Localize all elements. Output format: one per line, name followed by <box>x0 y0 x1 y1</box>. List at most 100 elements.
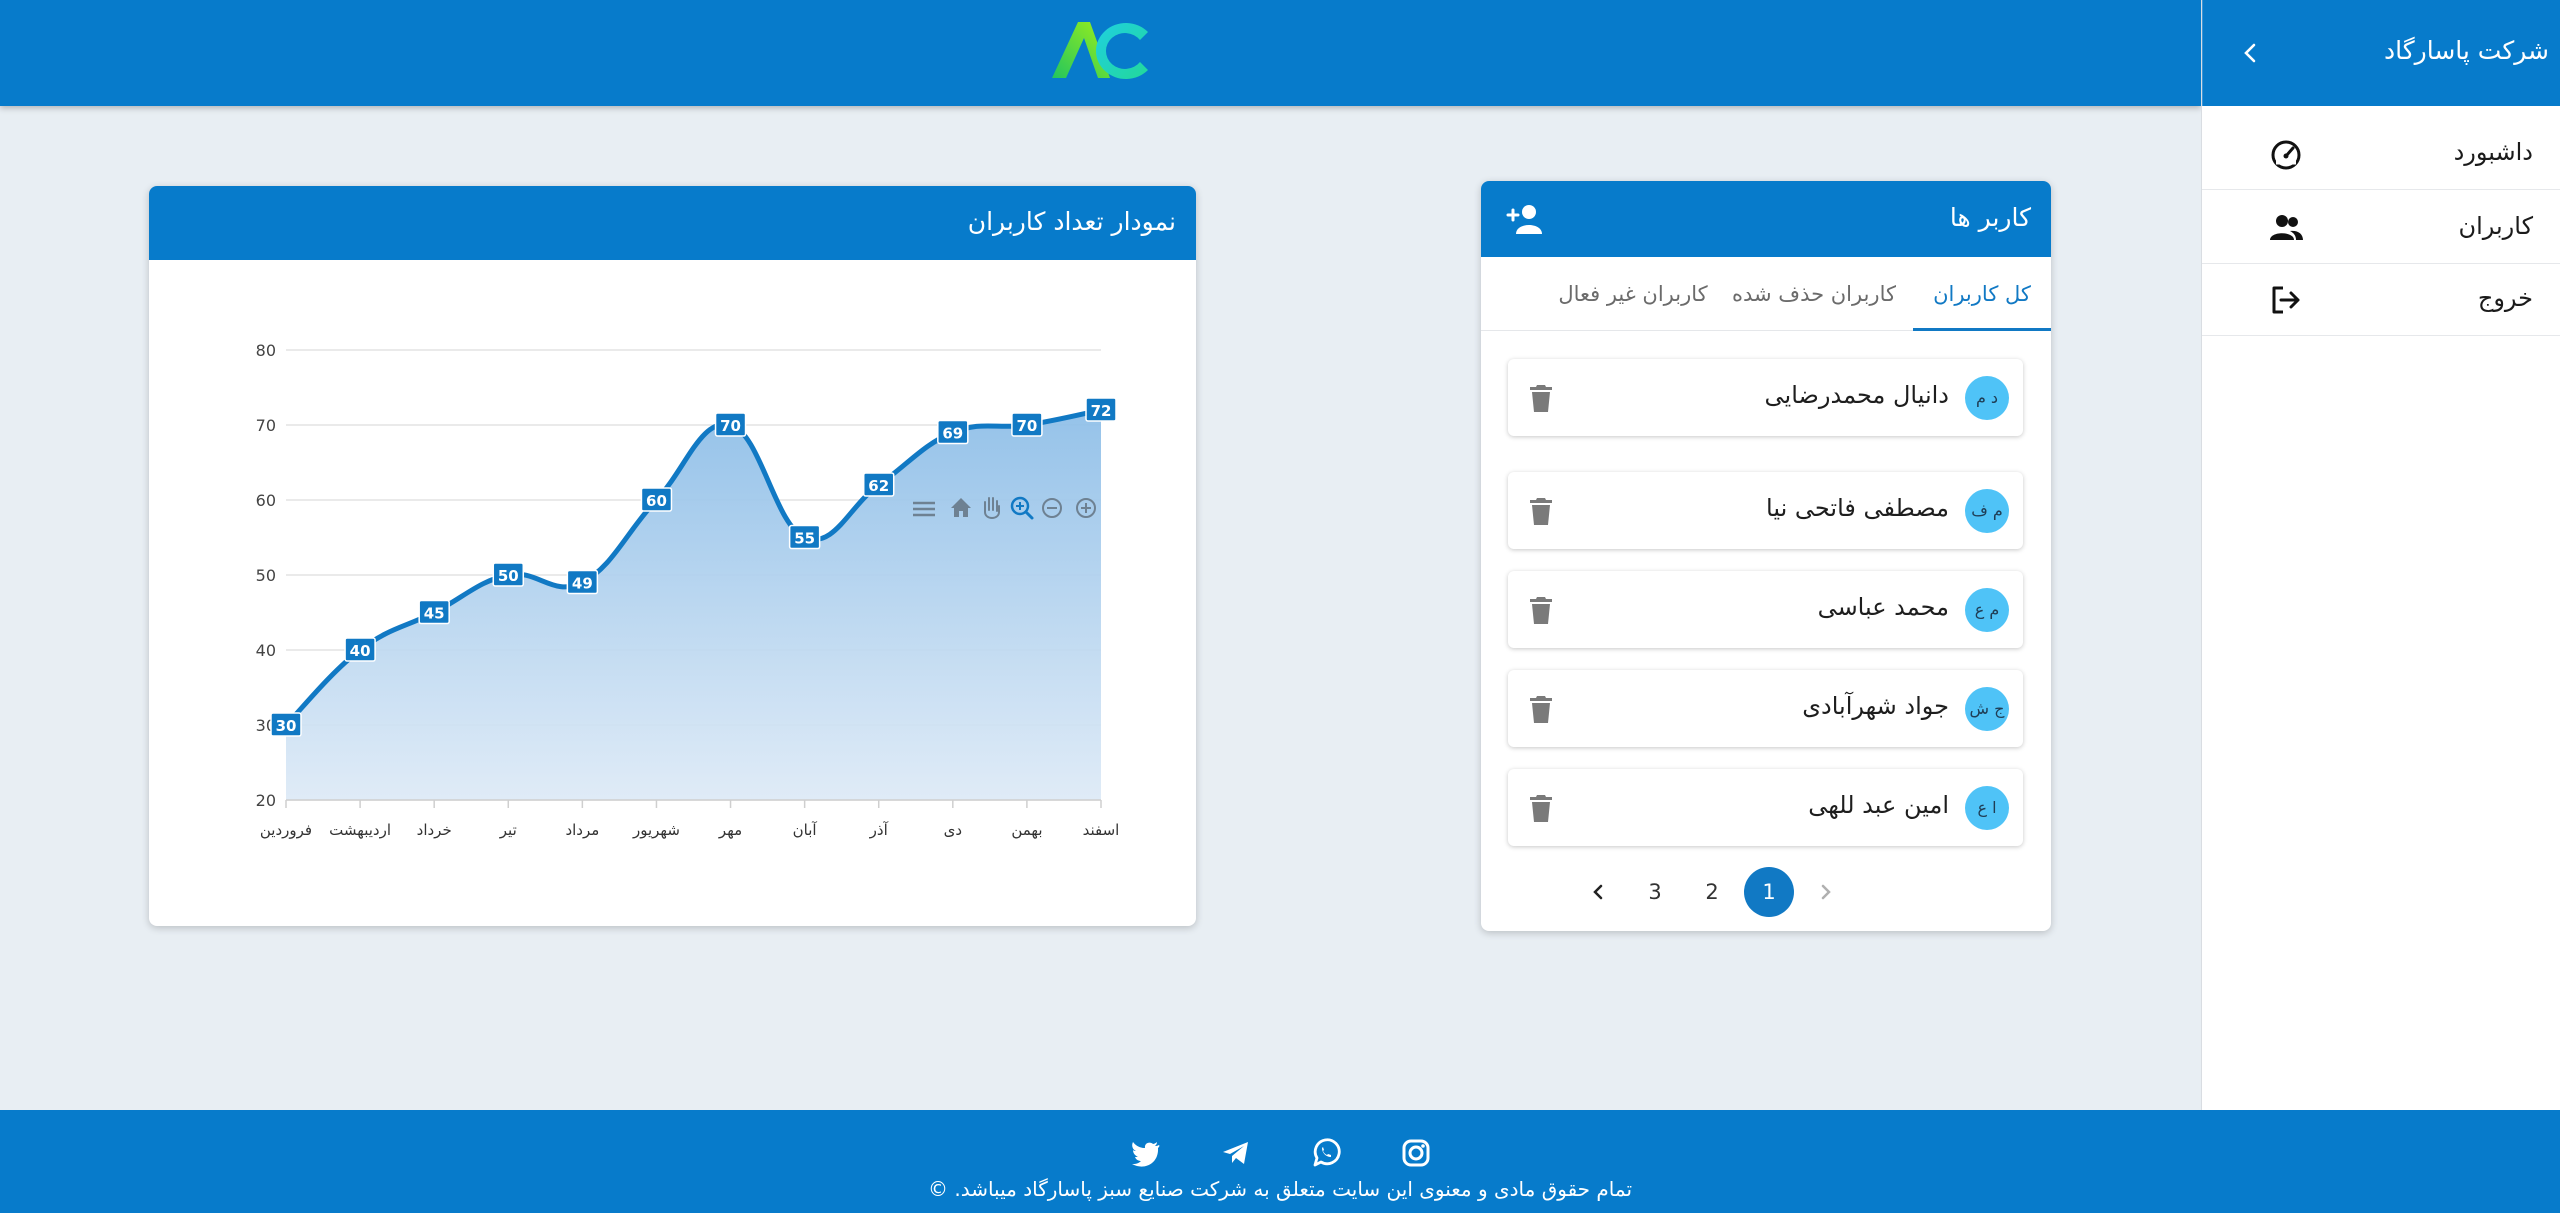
avatar: ا ع <box>1965 786 2009 830</box>
data-label: 30 <box>270 712 302 737</box>
pagination: 3 2 1 <box>1481 867 2051 919</box>
user-name: دانیال محمدرضایی <box>1764 381 1949 409</box>
next-page-button[interactable] <box>1573 867 1623 917</box>
trash-icon[interactable] <box>1528 496 1554 526</box>
x-tick-label: تیر <box>499 821 517 839</box>
dashboard-gauge-icon <box>2271 140 2301 170</box>
footer: تمام حقوق مادی و معنوی این سایت متعلق به… <box>0 1110 2560 1213</box>
users-area-chart: 20 30 40 50 60 70 80 فروردین اردیبهشت خرداد تیر مرد… <box>256 341 1120 839</box>
x-tick-label: مرداد <box>565 821 599 839</box>
user-list-item[interactable]: ا ع امین عبد للهی <box>1508 769 2023 846</box>
user-name: محمد عباسی <box>1817 593 1949 621</box>
sidebar-item-users[interactable]: کاربران <box>2202 192 2560 264</box>
sidebar-item-label: کاربران <box>2458 212 2533 240</box>
chevron-left-icon <box>1593 884 1603 900</box>
page-2-button[interactable]: 2 <box>1687 867 1737 917</box>
company-name: شرکت پاسارگاد <box>2383 36 2549 65</box>
x-tick-label: خرداد <box>417 821 452 839</box>
data-label: 70 <box>1011 412 1043 437</box>
user-list-item[interactable]: م ع محمد عباسی <box>1508 571 2023 648</box>
y-tick-label: 50 <box>256 566 276 585</box>
top-header <box>0 0 2201 106</box>
data-label-text: 49 <box>572 575 593 593</box>
users-icon <box>2270 215 2303 240</box>
sidebar-item-label: داشبورد <box>2453 138 2533 166</box>
y-tick-label: 20 <box>256 791 276 810</box>
users-tabs: کل کاربران کاربران حذف شده کاربران غیر ف… <box>1481 257 2051 331</box>
user-list-item[interactable]: ج ش جواد شهرآبادی <box>1508 670 2023 747</box>
y-tick-label: 40 <box>256 641 276 660</box>
instagram-icon[interactable] <box>1399 1136 1433 1170</box>
x-tick-label: مهر <box>718 821 742 839</box>
chart-card-title: نمودار تعداد کاربران <box>967 207 1176 236</box>
data-label-text: 30 <box>276 717 297 735</box>
data-label-text: 72 <box>1091 402 1112 420</box>
sidebar: شرکت پاسارگاد داشبورد کاربران خروج <box>2201 0 2560 1110</box>
trash-icon[interactable] <box>1528 595 1554 625</box>
data-label-text: 62 <box>868 477 889 495</box>
sidebar-item-logout[interactable]: خروج <box>2202 264 2560 336</box>
data-label: 55 <box>788 524 821 550</box>
avatar: م ف <box>1965 489 2009 533</box>
avatar: م ع <box>1965 588 2009 632</box>
user-list-item[interactable]: م ف مصطفی فاتحی نیا <box>1508 472 2023 549</box>
data-label-text: 60 <box>646 492 667 510</box>
chevron-right-icon <box>1821 884 1831 900</box>
data-label-text: 50 <box>498 567 519 585</box>
data-label-text: 70 <box>720 417 741 435</box>
y-tick-label: 60 <box>256 491 276 510</box>
data-label: 40 <box>344 637 376 662</box>
twitter-icon[interactable] <box>1129 1136 1163 1170</box>
data-label-text: 69 <box>942 425 963 443</box>
user-name: مصطفی فاتحی نیا <box>1766 494 1949 522</box>
tab-all-users[interactable]: کل کاربران <box>1913 257 2051 331</box>
area-fill <box>286 410 1101 800</box>
trash-icon[interactable] <box>1528 793 1554 823</box>
prev-page-button[interactable] <box>1801 867 1851 917</box>
page-3-button[interactable]: 3 <box>1630 867 1680 917</box>
data-label: 50 <box>492 562 525 587</box>
x-tick-label: اردیبهشت <box>329 821 391 839</box>
y-tick-label: 70 <box>256 416 276 435</box>
x-tick-label: دی <box>944 821 962 839</box>
data-label-text: 45 <box>424 605 445 623</box>
data-label: 69 <box>937 419 969 445</box>
sidebar-header: شرکت پاسارگاد <box>2202 0 2560 106</box>
data-label: 49 <box>566 569 599 595</box>
x-tick-label: فروردین <box>260 821 312 839</box>
x-tick-label: شهریور <box>632 821 680 839</box>
page-1-button[interactable]: 1 <box>1744 867 1794 917</box>
avatar: د م <box>1965 376 2009 420</box>
ac-logo[interactable] <box>1048 16 1152 84</box>
data-label: 70 <box>714 412 747 437</box>
sidebar-item-label: خروج <box>2477 284 2533 312</box>
data-label: 62 <box>862 472 895 497</box>
user-list-item[interactable]: د م دانیال محمدرضایی <box>1508 359 2023 436</box>
x-tick-label: آبان <box>793 821 818 839</box>
chart-card-header: نمودار تعداد کاربران <box>149 186 1196 260</box>
users-chart-card: نمودار تعداد کاربران 20 30 40 50 60 70 80 فرورد… <box>149 186 1196 926</box>
tab-deleted-users[interactable]: کاربران حذف شده <box>1729 257 1899 331</box>
logout-icon <box>2272 286 2300 314</box>
x-tick-label: آذر <box>869 821 889 839</box>
trash-icon[interactable] <box>1528 383 1554 413</box>
avatar: ج ش <box>1965 687 2009 731</box>
telegram-icon[interactable] <box>1219 1136 1253 1170</box>
add-user-icon[interactable] <box>1505 201 1545 237</box>
copyright-text: تمام حقوق مادی و معنوی این سایت متعلق به… <box>927 1177 1633 1201</box>
users-card: کاربر ها کل کاربران کاربران حذف شده کارب… <box>1481 181 2051 931</box>
x-tick-label: بهمن <box>1011 821 1042 839</box>
whatsapp-icon[interactable] <box>1309 1136 1343 1170</box>
users-card-title: کاربر ها <box>1949 203 2031 232</box>
users-card-header: کاربر ها <box>1481 181 2051 257</box>
user-name: امین عبد للهی <box>1808 791 1949 819</box>
trash-icon[interactable] <box>1528 694 1554 724</box>
sidebar-item-dashboard[interactable]: داشبورد <box>2202 118 2560 190</box>
data-label-text: 55 <box>794 530 815 548</box>
data-label: 60 <box>640 487 673 512</box>
y-tick-label: 80 <box>256 341 276 360</box>
chevron-left-icon[interactable] <box>2235 38 2265 68</box>
data-label-text: 70 <box>1016 417 1037 435</box>
data-label: 72 <box>1085 397 1117 422</box>
tab-inactive-users[interactable]: کاربران غیر فعال <box>1548 257 1718 331</box>
